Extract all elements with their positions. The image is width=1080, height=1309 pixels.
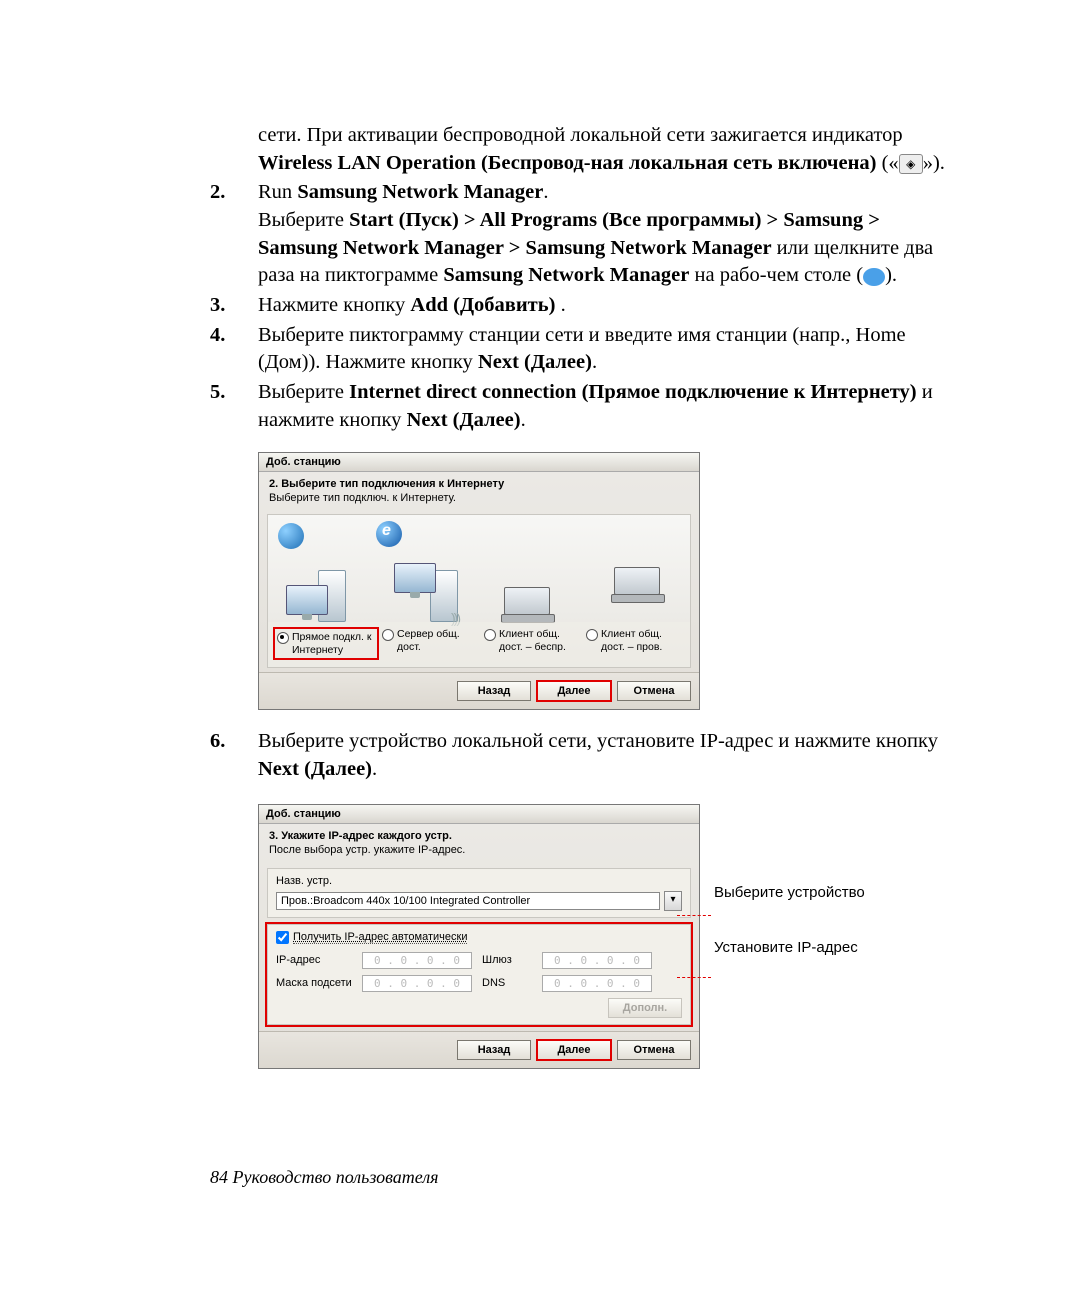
radio-icon (277, 632, 289, 644)
dialog2-subheading: После выбора устр. укажите IP-адрес. (259, 844, 699, 862)
annotations: Выберите устройство Установите IP-адрес (700, 786, 865, 1042)
callout-line (677, 977, 711, 979)
dialog2-heading: 3. Укажите IP-адрес каждого устр. (259, 824, 699, 844)
next-button[interactable]: Далее (537, 681, 611, 701)
dialog1-heading: 2. Выберите тип подключения к Интернету (259, 472, 699, 492)
wlan-indicator-icon: ◈ (899, 154, 923, 174)
auto-ip-checkbox[interactable]: Получить IP-адрес автоматически (276, 931, 682, 944)
p1-a: сети. При активации беспроводной локальн… (258, 124, 903, 146)
annotation-select-device: Выберите устройство (714, 884, 865, 901)
option-client-wired[interactable]: Клиент общ. дост. – пров. (586, 628, 684, 659)
annotation-set-ip: Установите IP-адрес (714, 939, 865, 956)
laptop-icon (504, 587, 550, 615)
cancel-button[interactable]: Отмена (617, 1040, 691, 1060)
back-button[interactable]: Назад (457, 681, 531, 701)
radio-icon (586, 629, 598, 641)
laptop-icon (614, 567, 660, 595)
option-client-wireless[interactable]: Клиент общ. дост. – беспр. (484, 628, 582, 659)
radio-icon (382, 629, 394, 641)
dialog1-subheading: Выберите тип подключ. к Интернету. (259, 492, 699, 510)
p1-c-open: (« (876, 152, 898, 174)
dialog1-title: Доб. станцию (259, 453, 699, 472)
ip-label: IP-адрес (276, 954, 352, 966)
checkbox-icon[interactable] (276, 931, 289, 944)
dropdown-icon[interactable]: ▾ (664, 891, 682, 911)
back-button[interactable]: Назад (457, 1040, 531, 1060)
device-panel: Назв. устр. Пров.:Broadcom 440x 10/100 I… (267, 868, 691, 918)
p1-b: Wireless LAN Operation (Беспровод-ная ло… (258, 152, 876, 174)
ip-field[interactable]: 0 . 0 . 0 . 0 (362, 952, 472, 969)
globe-icon (278, 523, 304, 549)
gateway-label: Шлюз (482, 954, 532, 966)
mask-field[interactable]: 0 . 0 . 0 . 0 (362, 975, 472, 992)
gateway-field[interactable]: 0 . 0 . 0 . 0 (542, 952, 652, 969)
step-2-num: 2. (210, 179, 258, 290)
step-1-continuation: сети. При активации беспроводной локальн… (210, 122, 950, 177)
radio-icon (484, 629, 496, 641)
dialog2-title: Доб. станцию (259, 805, 699, 824)
callout-line (677, 915, 711, 917)
monitor-icon (286, 585, 328, 615)
step-3: 3. Нажмите кнопку Add (Добавить) . (210, 292, 950, 320)
ie-icon (376, 521, 402, 547)
ip-panel: Получить IP-адрес автоматически IP-адрес… (267, 924, 691, 1025)
mask-label: Маска подсети (276, 977, 352, 989)
desktop-icon (863, 268, 885, 286)
step-6: 6. Выберите устройство локальной сети, у… (210, 728, 950, 783)
dns-label: DNS (482, 977, 532, 989)
step-2: 2. Run Samsung Network Manager. Выберите… (210, 179, 950, 290)
dns-field[interactable]: 0 . 0 . 0 . 0 (542, 975, 652, 992)
option-direct-connection[interactable]: Прямое подкл. к Интернету (274, 628, 378, 659)
connection-diagram: ))) Прямое подкл. к Интернету Сервер общ… (267, 514, 691, 668)
monitor-icon (394, 563, 436, 593)
dialog-add-station-1: Доб. станцию 2. Выберите тип подключения… (258, 452, 700, 710)
step-4: 4. Выберите пиктограмму станции сети и в… (210, 322, 950, 377)
device-label: Назв. устр. (276, 875, 682, 887)
advanced-button[interactable]: Дополн. (608, 998, 682, 1018)
step-5: 5. Выберите Internet direct connection (… (210, 379, 950, 434)
next-button[interactable]: Далее (537, 1040, 611, 1060)
cancel-button[interactable]: Отмена (617, 681, 691, 701)
page-footer: 84 Руководство пользователя (210, 1167, 950, 1188)
p1-c-close: »). (923, 152, 945, 174)
option-server-share[interactable]: Сервер общ. дост. (382, 628, 480, 659)
dialog-add-station-2: Доб. станцию 3. Укажите IP-адрес каждого… (258, 804, 700, 1069)
device-select[interactable]: Пров.:Broadcom 440x 10/100 Integrated Co… (276, 892, 660, 910)
